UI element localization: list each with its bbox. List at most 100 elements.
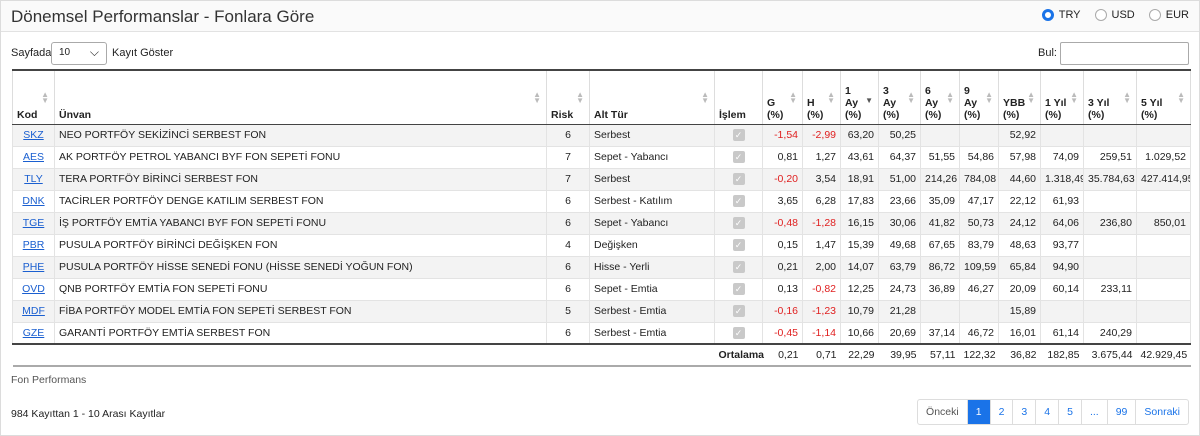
currency-eur[interactable]: EUR bbox=[1148, 9, 1189, 21]
risk-cell: 7 bbox=[546, 145, 590, 169]
return-cell: -0,48 bbox=[762, 211, 803, 235]
previous-page-button[interactable]: Önceki bbox=[918, 400, 967, 424]
fund-code-link[interactable]: AES bbox=[23, 151, 44, 163]
column-header[interactable]: G (%) ▲ ▼ bbox=[762, 69, 803, 125]
fund-code-cell: AES bbox=[12, 145, 55, 169]
return-cell: 427.414,95 bbox=[1136, 167, 1191, 191]
return-cell: 17,83 bbox=[840, 189, 879, 213]
sort-icon: ▲ ▼ bbox=[985, 89, 993, 105]
return-cell bbox=[1136, 277, 1191, 301]
sort-icon: ▲ ▼ bbox=[946, 89, 954, 105]
return-cell: 41,82 bbox=[920, 211, 960, 235]
return-cell: 16,01 bbox=[998, 321, 1041, 345]
page-length-select[interactable]: 10 ⌵ bbox=[51, 42, 107, 65]
fund-code-link[interactable]: OVD bbox=[22, 283, 45, 295]
return-cell: 63,79 bbox=[878, 255, 921, 279]
table-row: PBR PUSULA PORTFÖY BİRİNCİ DEĞİŞKEN FON 4 D… bbox=[12, 233, 1191, 257]
table-caption: Fon Performans bbox=[11, 374, 87, 386]
fund-code-link[interactable]: DNK bbox=[22, 195, 44, 207]
page-button[interactable]: 2 bbox=[989, 400, 1013, 424]
return-cell: 24,12 bbox=[998, 211, 1041, 235]
fund-code-link[interactable]: GZE bbox=[23, 327, 45, 339]
sort-icon: ▲ ▼ bbox=[1123, 89, 1131, 105]
return-cell bbox=[1083, 255, 1137, 279]
next-page-button[interactable]: Sonraki bbox=[1135, 400, 1188, 424]
return-cell: 20,09 bbox=[998, 277, 1041, 301]
table-row: TGE İŞ PORTFÖY EMTİA YABANCI BYF FON SEPE… bbox=[12, 211, 1191, 235]
return-cell: 0,81 bbox=[762, 145, 803, 169]
fund-code-cell: SKZ bbox=[12, 123, 55, 147]
return-cell: -0,82 bbox=[802, 277, 841, 301]
column-header[interactable]: 5 Yıl (%) ▲ ▼ bbox=[1136, 69, 1191, 125]
return-cell: 57,98 bbox=[998, 145, 1041, 169]
column-header[interactable]: 3 Ay (%) ▲ ▼ bbox=[878, 69, 921, 125]
return-cell: 46,27 bbox=[959, 277, 999, 301]
return-cell: 22,12 bbox=[998, 189, 1041, 213]
page-button[interactable]: 4 bbox=[1035, 400, 1058, 424]
column-header[interactable]: Kod ▲ ▼ bbox=[12, 69, 55, 125]
return-cell: 86,72 bbox=[920, 255, 960, 279]
page-button[interactable]: 3 bbox=[1012, 400, 1035, 424]
header-row: Kod ▲ ▼ Ünvan ▲ ▼ Risk ▲ ▼ Alt Tür ▲ ▼ İşlem G (%) ▲ ▼ H(… bbox=[12, 69, 1191, 125]
return-cell: 60,14 bbox=[1040, 277, 1084, 301]
fund-code-link[interactable]: PHE bbox=[23, 261, 45, 273]
average-row: Ortalama 0,21 0,71 22,29 39,95 57,11 122,32 36,… bbox=[12, 343, 1191, 367]
return-cell: 51,00 bbox=[878, 167, 921, 191]
subtype-cell: Serbest - Katılım bbox=[589, 189, 715, 213]
trade-cell: ✓ bbox=[714, 123, 763, 147]
records-info: 984 Kayıttan 1 - 10 Arası Kayıtlar bbox=[11, 408, 166, 420]
column-header[interactable]: 1 Yıl (%) ▲ ▼ bbox=[1040, 69, 1084, 125]
sort-icon: ▲ ▼ bbox=[576, 89, 584, 105]
return-cell: 61,14 bbox=[1040, 321, 1084, 345]
return-cell: 259,51 bbox=[1083, 145, 1137, 169]
column-header[interactable]: Risk ▲ ▼ bbox=[546, 69, 590, 125]
page-button[interactable]: 1 bbox=[966, 400, 990, 424]
risk-cell: 6 bbox=[546, 123, 590, 147]
return-cell: 94,90 bbox=[1040, 255, 1084, 279]
column-header[interactable]: 3 Yıl (%) ▲ ▼ bbox=[1083, 69, 1137, 125]
table-controls: Sayfada 10 ⌵ Kayıt Göster Bul: bbox=[11, 42, 1189, 66]
radio-icon bbox=[1041, 9, 1054, 21]
search-input[interactable] bbox=[1060, 42, 1189, 65]
average-cell: 0,21 bbox=[762, 343, 803, 367]
currency-usd[interactable]: USD bbox=[1094, 9, 1135, 21]
column-header[interactable]: H (%) ▲ ▼ bbox=[802, 69, 841, 125]
return-cell: 30,06 bbox=[878, 211, 921, 235]
fund-name-cell: QNB PORTFÖY EMTİA FON SEPETİ FONU bbox=[54, 277, 547, 301]
sort-icon: ▲ ▼ bbox=[701, 89, 709, 105]
fund-code-link[interactable]: PBR bbox=[23, 239, 45, 251]
return-cell: 15,39 bbox=[840, 233, 879, 257]
fund-code-cell: MDF bbox=[12, 299, 55, 323]
return-cell bbox=[1136, 189, 1191, 213]
currency-try[interactable]: TRY bbox=[1041, 9, 1081, 21]
average-cell: 57,11 bbox=[920, 343, 960, 367]
table-row: DNK TACİRLER PORTFÖY DENGE KATILIM SERBES… bbox=[12, 189, 1191, 213]
column-header[interactable]: Alt Tür ▲ ▼ bbox=[589, 69, 715, 125]
page-button[interactable]: 5 bbox=[1058, 400, 1081, 424]
sort-icon: ▲ ▼ bbox=[1070, 89, 1078, 105]
return-cell: 0,21 bbox=[762, 255, 803, 279]
page-button[interactable]: 99 bbox=[1106, 400, 1136, 424]
return-cell: 784,08 bbox=[959, 167, 999, 191]
column-header[interactable]: 9 Ay (%) ▲ ▼ bbox=[959, 69, 999, 125]
pagination: Önceki 1 2 3 4 5... 99 Sonraki bbox=[917, 399, 1189, 425]
return-cell: -0,16 bbox=[762, 299, 803, 323]
column-header[interactable]: 1 Ay (%) ▼ bbox=[840, 69, 879, 125]
risk-cell: 6 bbox=[546, 189, 590, 213]
sort-icon: ▲ ▼ bbox=[789, 89, 797, 105]
risk-cell: 7 bbox=[546, 167, 590, 191]
fund-code-link[interactable]: SKZ bbox=[23, 129, 43, 141]
return-cell: 43,61 bbox=[840, 145, 879, 169]
fund-code-link[interactable]: TGE bbox=[23, 217, 45, 229]
fund-code-link[interactable]: MDF bbox=[22, 305, 45, 317]
page-button[interactable]: ... bbox=[1080, 400, 1107, 424]
column-header[interactable]: İşlem bbox=[714, 69, 763, 125]
return-cell: 67,65 bbox=[920, 233, 960, 257]
column-header[interactable]: Ünvan ▲ ▼ bbox=[54, 69, 547, 125]
fund-code-link[interactable]: TLY bbox=[24, 173, 42, 185]
currency-selector: TRY USD EUR bbox=[1041, 9, 1189, 21]
column-header[interactable]: 6 Ay (%) ▲ ▼ bbox=[920, 69, 960, 125]
table-row: OVD QNB PORTFÖY EMTİA FON SEPETİ FONU 6 Sep… bbox=[12, 277, 1191, 301]
return-cell: 47,17 bbox=[959, 189, 999, 213]
column-header[interactable]: YBB (%) ▲ ▼ bbox=[998, 69, 1041, 125]
